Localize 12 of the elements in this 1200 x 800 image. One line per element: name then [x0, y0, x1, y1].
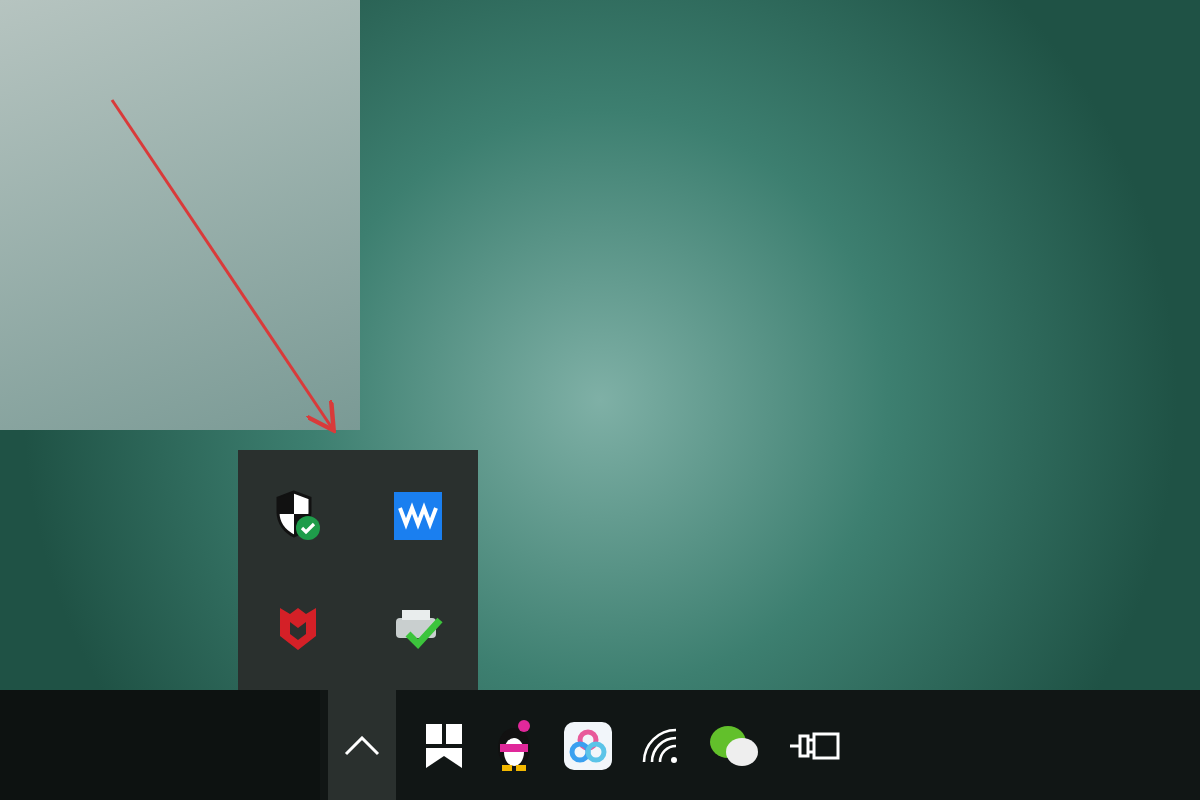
wifi-icon[interactable]	[640, 725, 680, 765]
penguin-icon[interactable]	[492, 719, 536, 771]
power-plug-icon[interactable]	[788, 729, 840, 761]
waveform-icon[interactable]	[394, 491, 442, 539]
shield-check-icon[interactable]	[274, 489, 322, 541]
shield-icon[interactable]	[276, 603, 320, 651]
printer-check-icon[interactable]	[392, 605, 444, 649]
show-hidden-icons-button[interactable]	[328, 690, 396, 800]
caret-icon	[344, 735, 380, 755]
rings-app-icon[interactable]	[564, 721, 612, 769]
chat-bubbles-icon[interactable]	[708, 723, 760, 767]
bookmark-icon[interactable]	[424, 721, 464, 769]
